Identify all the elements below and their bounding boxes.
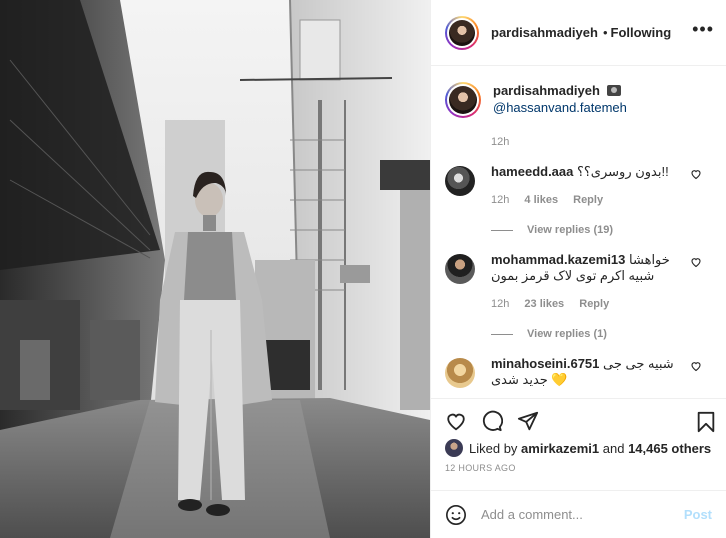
comment-input[interactable] bbox=[481, 507, 684, 522]
post-side-panel: pardisahmadiyeh • Following ••• pardisah… bbox=[430, 0, 726, 538]
liked-by-joiner: and bbox=[602, 440, 625, 456]
comment-reply-button[interactable]: Reply bbox=[579, 298, 609, 310]
post-caption: pardisahmadiyeh @hassanvand.fatemeh bbox=[431, 66, 726, 118]
comment-reply-button[interactable]: Reply bbox=[573, 194, 603, 206]
liked-by-row[interactable]: Liked by amirkazemi1 and 14,465 others bbox=[445, 439, 712, 457]
comment-username[interactable]: minahoseini.6751 bbox=[491, 356, 599, 371]
comment-avatar[interactable] bbox=[445, 358, 475, 388]
comment-item: minahoseini.6751 شبیه جی جی جدید شدی 💛 bbox=[431, 356, 726, 388]
caption-body: pardisahmadiyeh @hassanvand.fatemeh bbox=[493, 82, 627, 118]
view-replies-label: View replies (1) bbox=[527, 328, 607, 340]
header-separator: • bbox=[602, 25, 608, 40]
comment-likes[interactable]: 4 likes bbox=[524, 194, 558, 206]
comment-heart-icon[interactable] bbox=[690, 256, 702, 268]
comment-username[interactable]: mohammad.kazemi13 bbox=[491, 252, 625, 267]
post-timestamp[interactable]: 12 HOURS AGO bbox=[445, 463, 712, 473]
comment-item: hameedd.aaa بدون روسری؟؟!! 12h 4 likes R… bbox=[431, 164, 726, 208]
bookmark-icon[interactable] bbox=[696, 411, 716, 433]
camera-icon bbox=[606, 85, 621, 96]
comment-likes[interactable]: 23 likes bbox=[524, 298, 564, 310]
post-header: pardisahmadiyeh • Following ••• bbox=[431, 0, 726, 66]
comment-heart-icon[interactable] bbox=[690, 168, 702, 180]
comment-meta: 12h 23 likes Reply bbox=[491, 296, 691, 312]
heart-icon[interactable] bbox=[445, 410, 467, 432]
more-options-icon[interactable]: ••• bbox=[692, 20, 714, 38]
caption-mention[interactable]: @hassanvand.fatemeh bbox=[493, 100, 627, 115]
liked-by-others[interactable]: 14,465 others bbox=[628, 441, 711, 456]
comment-icon[interactable] bbox=[481, 410, 503, 432]
comment-username[interactable]: hameedd.aaa bbox=[491, 164, 573, 179]
comment-time[interactable]: 12h bbox=[491, 298, 509, 310]
comment-text: بدون روسری؟؟!! bbox=[577, 164, 669, 179]
comments-list[interactable]: pardisahmadiyeh @hassanvand.fatemeh 12h … bbox=[431, 66, 726, 398]
author-username[interactable]: pardisahmadiyeh bbox=[491, 25, 598, 40]
street-photo-image bbox=[0, 0, 430, 538]
view-replies-button[interactable]: View replies (1) bbox=[491, 328, 726, 340]
caption-avatar[interactable] bbox=[445, 82, 481, 118]
view-replies-label: View replies (19) bbox=[527, 224, 614, 236]
add-comment-bar: Post bbox=[431, 490, 726, 538]
comment-heart-icon[interactable] bbox=[690, 360, 702, 372]
liker-avatar bbox=[445, 439, 463, 457]
post-photo[interactable] bbox=[0, 0, 430, 538]
caption-username[interactable]: pardisahmadiyeh bbox=[493, 83, 600, 98]
emoji-icon[interactable] bbox=[445, 504, 467, 526]
liked-by-prefix: Liked by bbox=[469, 440, 518, 456]
following-button[interactable]: Following bbox=[611, 25, 672, 40]
comment-avatar[interactable] bbox=[445, 166, 475, 196]
share-icon[interactable] bbox=[517, 410, 539, 432]
liker-username[interactable]: amirkazemi1 bbox=[521, 441, 599, 456]
post-comment-button[interactable]: Post bbox=[684, 507, 712, 522]
comment-item: mohammad.kazemi13 خواهشا شبیه اکرم توی ل… bbox=[431, 252, 726, 312]
comment-meta: 12h 4 likes Reply bbox=[491, 192, 691, 208]
author-avatar[interactable] bbox=[445, 15, 479, 50]
instagram-post: pardisahmadiyeh • Following ••• pardisah… bbox=[0, 0, 726, 538]
comment-avatar[interactable] bbox=[445, 254, 475, 284]
view-replies-button[interactable]: View replies (19) bbox=[491, 224, 726, 236]
caption-time[interactable]: 12h bbox=[491, 136, 726, 148]
comment-time[interactable]: 12h bbox=[491, 194, 509, 206]
